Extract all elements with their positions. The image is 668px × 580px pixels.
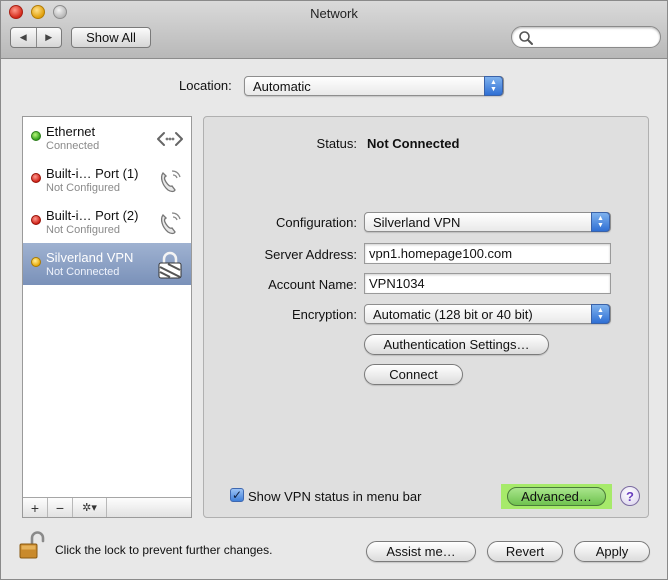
connect-button[interactable]: Connect — [364, 364, 463, 385]
service-status: Connected — [46, 140, 100, 152]
ethernet-icon — [157, 132, 183, 146]
server-address-label: Server Address: — [264, 247, 358, 262]
service-name: Ethernet — [46, 124, 96, 139]
phone-icon — [161, 212, 181, 235]
service-list: Ethernet Connected Built-i… Port (1) Not… — [22, 116, 192, 518]
status-dot-icon — [31, 131, 41, 141]
service-name: Built-i… Port (1) — [46, 166, 139, 181]
configuration-value: Silverland VPN — [373, 214, 461, 230]
popup-arrows-icon: ▲ ▼ — [484, 76, 503, 96]
service-item-vpn[interactable]: Silverland VPN Not Connected — [23, 243, 191, 285]
help-button[interactable]: ? — [620, 486, 640, 506]
service-name: Silverland VPN — [46, 250, 134, 265]
search-field[interactable] — [511, 26, 661, 48]
location-label: Location: — [179, 78, 232, 93]
service-item-port-1[interactable]: Built-i… Port (1) Not Configured — [23, 159, 191, 201]
advanced-button[interactable]: Advanced… — [507, 487, 606, 506]
window-title: Network — [310, 6, 358, 21]
status-dot-icon — [31, 257, 41, 267]
service-name: Built-i… Port (2) — [46, 208, 139, 223]
encryption-label: Encryption: — [291, 307, 357, 322]
configuration-popup[interactable]: Silverland VPN ▲ ▼ — [364, 212, 611, 232]
show-vpn-status-checkbox[interactable]: ✓ — [230, 488, 244, 502]
service-status: Not Configured — [46, 182, 120, 194]
lock-icon[interactable] — [19, 530, 45, 560]
title-bar: Network ◀ ▶ Show All — [1, 1, 667, 59]
remove-service-button[interactable]: − — [48, 498, 73, 517]
back-forward-control: ◀ ▶ — [10, 27, 62, 48]
show-all-button[interactable]: Show All — [71, 27, 151, 48]
popup-arrows-icon: ▲ ▼ — [591, 304, 610, 324]
encryption-popup[interactable]: Automatic (128 bit or 40 bit) ▲ ▼ — [364, 304, 611, 324]
service-status: Not Connected — [46, 266, 120, 278]
encryption-value: Automatic (128 bit or 40 bit) — [373, 306, 533, 322]
status-dot-icon — [31, 173, 41, 183]
revert-button[interactable]: Revert — [487, 541, 563, 562]
search-icon — [519, 31, 533, 45]
phone-icon — [161, 170, 181, 193]
lock-message: Click the lock to prevent further change… — [55, 543, 273, 557]
add-service-button[interactable]: + — [23, 498, 48, 517]
server-address-field[interactable]: vpn1.homepage100.com — [364, 243, 611, 264]
back-button[interactable]: ◀ — [11, 28, 36, 47]
apply-button[interactable]: Apply — [574, 541, 650, 562]
status-dot-icon — [31, 215, 41, 225]
popup-arrows-icon: ▲ ▼ — [591, 212, 610, 232]
assist-me-button[interactable]: Assist me… — [366, 541, 476, 562]
location-popup[interactable]: Automatic ▲ ▼ — [244, 76, 504, 96]
service-status: Not Configured — [46, 224, 120, 236]
gear-menu-button[interactable]: ✲▾ — [73, 498, 107, 517]
network-window: Network ◀ ▶ Show All Location: Automatic… — [0, 0, 668, 580]
service-item-ethernet[interactable]: Ethernet Connected — [23, 117, 191, 159]
service-item-port-2[interactable]: Built-i… Port (2) Not Configured — [23, 201, 191, 243]
status-value: Not Connected — [367, 136, 460, 151]
authentication-settings-button[interactable]: Authentication Settings… — [364, 334, 549, 355]
location-value: Automatic — [253, 78, 311, 94]
vpn-lock-icon — [158, 251, 182, 279]
show-vpn-status-label: Show VPN status in menu bar — [248, 489, 422, 504]
forward-button[interactable]: ▶ — [35, 28, 62, 47]
account-name-label: Account Name: — [268, 277, 357, 292]
account-name-field[interactable]: VPN1034 — [364, 273, 611, 294]
advanced-highlight: Advanced… — [501, 484, 612, 509]
configuration-label: Configuration: — [276, 215, 357, 230]
service-list-controls: + − ✲▾ — [23, 497, 191, 517]
status-label: Status: — [316, 136, 357, 151]
